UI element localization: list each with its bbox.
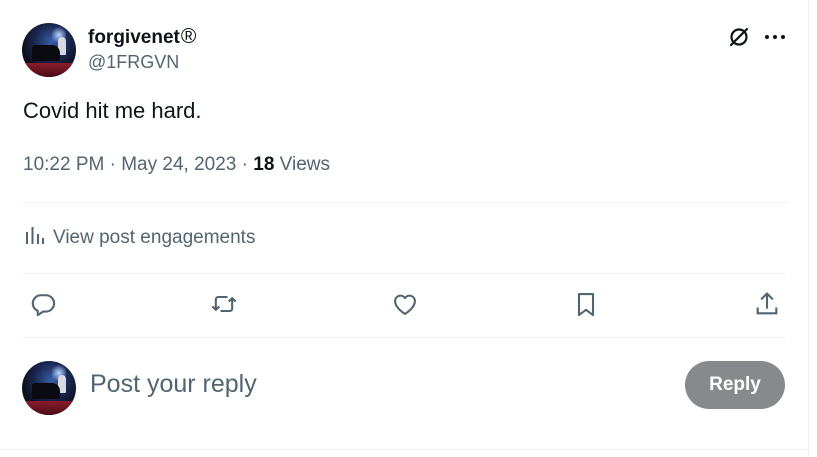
author-name[interactable]: forgivenet® — [88, 25, 196, 49]
tweet-text: Covid hit me hard. — [23, 98, 202, 123]
divider — [23, 202, 787, 203]
display-name: forgivenet — [88, 27, 180, 48]
meta-separator: · — [109, 154, 116, 175]
grok-icon[interactable] — [727, 25, 751, 49]
avatar[interactable] — [22, 23, 76, 77]
avatar[interactable] — [22, 361, 76, 415]
divider — [23, 337, 787, 338]
bookmark-icon[interactable] — [572, 290, 600, 318]
engagements-label: View post engagements — [53, 227, 256, 248]
tweet-date[interactable]: May 24, 2023 — [121, 154, 236, 175]
more-icon[interactable] — [762, 24, 788, 50]
author-handle[interactable]: @1FRGVN — [88, 52, 179, 73]
view-count: 18 — [253, 154, 275, 175]
frame-border-bottom — [0, 449, 809, 450]
registered-badge: ® — [180, 25, 197, 48]
frame-border-right — [808, 0, 809, 457]
heart-icon[interactable] — [391, 290, 419, 318]
reply-input[interactable]: Post your reply — [90, 370, 257, 399]
tweet-time[interactable]: 10:22 PM — [23, 154, 104, 175]
reply-button[interactable]: Reply — [685, 361, 785, 409]
divider — [23, 273, 787, 274]
view-engagements-link[interactable]: View post engagements — [23, 224, 255, 252]
meta-separator: · — [241, 154, 248, 175]
reply-icon[interactable] — [29, 290, 57, 318]
tweet-meta: 10:22 PM · May 24, 2023 · 18 Views — [23, 154, 330, 176]
share-icon[interactable] — [753, 290, 781, 318]
repost-icon[interactable] — [210, 290, 238, 318]
views-label: Views — [279, 154, 331, 175]
analytics-icon — [23, 224, 45, 252]
